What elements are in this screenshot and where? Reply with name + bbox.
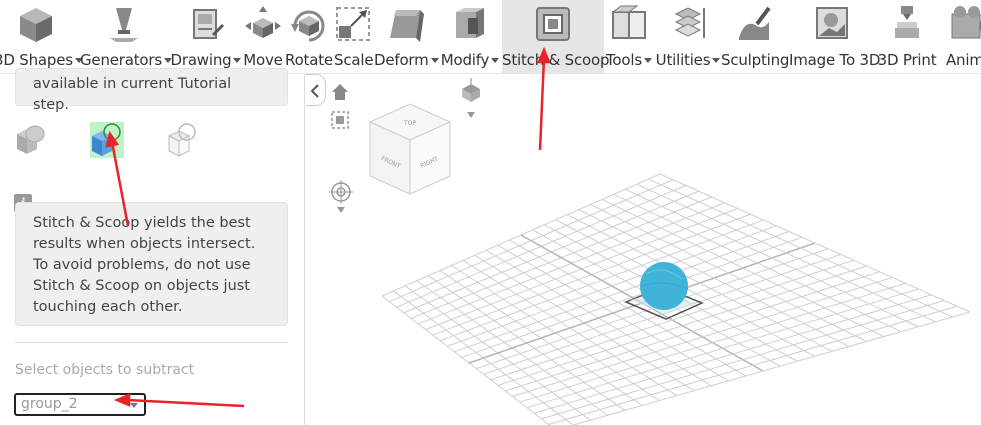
tutorial-note: available in current Tutorial step.: [15, 68, 288, 113]
toolbar-label: 3D Print: [877, 51, 937, 69]
subtract-select-value: group_2: [21, 396, 78, 412]
viewport-canvas: TOP FRONT RIGHT: [329, 78, 971, 425]
grid-line: [601, 198, 884, 338]
toolbar-scale[interactable]: Scale: [334, 0, 374, 73]
deform-icon: [390, 10, 424, 42]
toolbar-move[interactable]: Move: [242, 0, 284, 73]
toolbar-tools[interactable]: Tools: [604, 0, 654, 73]
toolbar-label: Deform: [374, 51, 429, 69]
info-note: Stitch & Scoop yields the best results w…: [15, 202, 288, 326]
rotate-icon: [291, 10, 325, 42]
toolbar-label: Move: [243, 51, 283, 69]
toolbar-label: Rotate: [285, 51, 333, 69]
animation-icon: [951, 6, 981, 39]
stitch-scoop-icon: [536, 7, 570, 41]
fit-view-icon[interactable]: [331, 111, 349, 129]
info-note-text: Stitch & Scoop yields the best results w…: [33, 215, 256, 315]
toolbar-image-to-3d[interactable]: Image To 3D: [789, 0, 881, 73]
caret-down-icon: [233, 58, 242, 63]
toolbar-label: Generators: [80, 51, 162, 69]
toolbar-drawing[interactable]: Drawing: [170, 0, 242, 73]
view-cube-top: TOP: [403, 120, 416, 127]
caret-down-icon: [430, 58, 439, 63]
toolbar-label: Drawing: [170, 51, 232, 69]
toolbar-utilities[interactable]: Utilities: [655, 0, 721, 73]
grid-line: [590, 204, 867, 342]
toolbar-label: Stitch & Scoop: [502, 51, 610, 69]
move-icon: [245, 6, 281, 38]
view-cube[interactable]: TOP FRONT RIGHT: [368, 103, 452, 195]
toolbar-label: Animat: [946, 51, 981, 69]
drawing-icon: [193, 9, 224, 39]
stitch-union-icon[interactable]: [13, 122, 47, 158]
grid-line: [659, 173, 971, 313]
left-panel: available in current Tutorial step. i St…: [0, 68, 305, 425]
image-to-3d-icon: [816, 7, 848, 39]
toolbar-sculpting[interactable]: Sculpting: [721, 0, 790, 73]
3d-viewport[interactable]: TOP FRONT RIGHT: [306, 74, 981, 425]
home-icon[interactable]: [332, 84, 348, 100]
sculpting-icon: [739, 6, 771, 40]
main-toolbar: 3D Shapes Generators Drawing Move Rotate…: [0, 0, 981, 74]
toolbar-label: Sculpting: [721, 51, 790, 69]
toolbar-stitch-scoop[interactable]: Stitch & Scoop: [502, 0, 609, 73]
toolbar-generators[interactable]: Generators: [80, 0, 172, 73]
utilities-icon: [674, 7, 705, 38]
subtract-label: Select objects to subtract: [15, 362, 195, 378]
orbit-icon[interactable]: [329, 180, 353, 213]
toolbar-label: Image To 3D: [789, 51, 881, 69]
divider: [15, 342, 288, 343]
caret-down-icon: [130, 403, 138, 408]
scale-icon: [336, 7, 370, 41]
toolbar-3d-shapes[interactable]: 3D Shapes: [0, 0, 83, 73]
3d-print-icon: [895, 6, 919, 38]
cube-icon: [20, 8, 52, 42]
caret-down-icon: [491, 58, 500, 63]
tools-icon: [611, 5, 646, 39]
tutorial-note-text: available in current Tutorial step.: [33, 76, 232, 113]
view-axes-icon[interactable]: [462, 78, 480, 118]
caret-down-icon: [712, 58, 721, 63]
caret-down-icon: [643, 58, 652, 63]
scoop-subtract-icon[interactable]: [90, 122, 124, 158]
subtract-select[interactable]: group_2: [14, 393, 146, 416]
toolbar-rotate[interactable]: Rotate: [284, 0, 334, 73]
intersect-icon[interactable]: [165, 122, 199, 158]
toolbar-label: 3D Shapes: [0, 51, 73, 69]
toolbar-3d-print[interactable]: 3D Print: [876, 0, 938, 73]
toolbar-animation[interactable]: Animat: [938, 0, 981, 73]
toolbar-deform[interactable]: Deform: [374, 0, 439, 73]
toolbar-label: Utilities: [655, 51, 711, 69]
toolbar-label: Tools: [606, 51, 642, 69]
toolbar-modify[interactable]: Modify: [439, 0, 501, 73]
toolbar-label: Scale: [334, 51, 374, 69]
modify-icon: [456, 8, 484, 38]
generators-icon: [110, 8, 138, 42]
toolbar-label: Modify: [440, 51, 490, 69]
